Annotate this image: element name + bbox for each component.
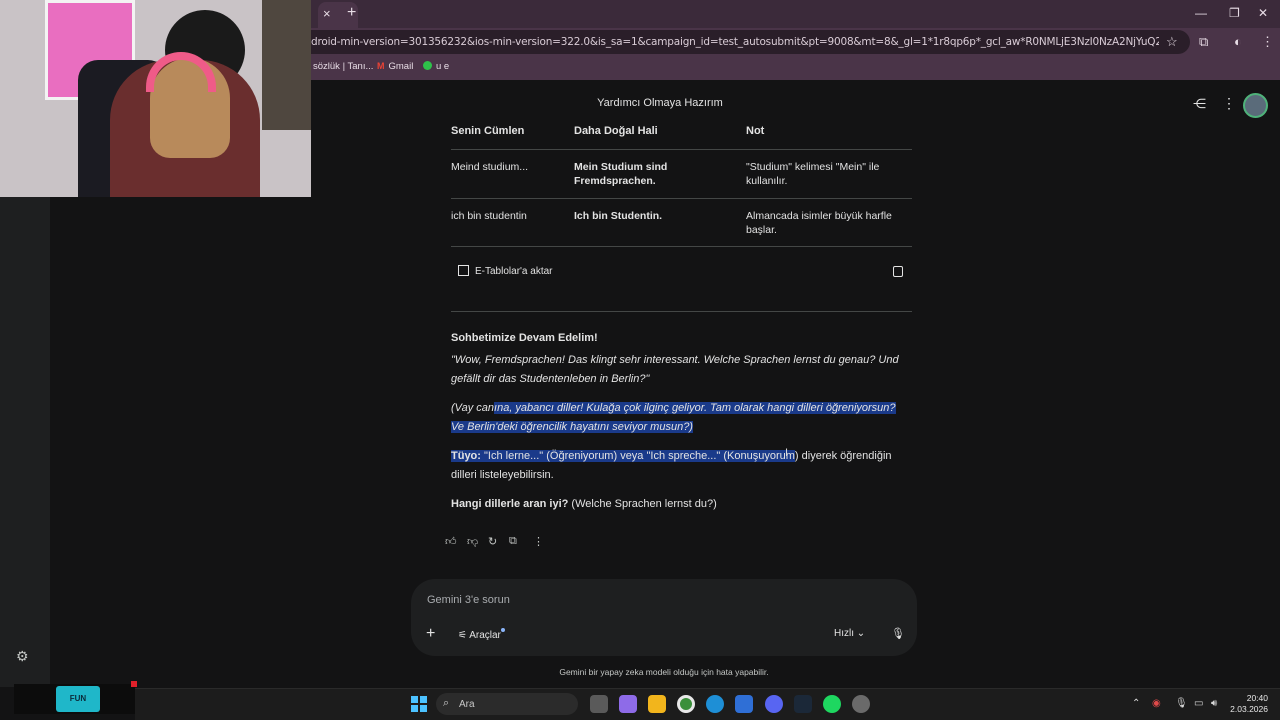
new-tab-icon[interactable]: +	[347, 4, 356, 22]
microphone-icon[interactable]: 🎙︎	[891, 627, 905, 640]
close-window-icon[interactable]: ✕	[1258, 6, 1268, 20]
stream-overlay-logo: FUN	[14, 684, 135, 714]
webcam-shelf	[262, 0, 311, 130]
translation-paragraph: (Vay canına, yabancı diller! Kulağa çok …	[451, 402, 896, 433]
bookmark-ue[interactable]: u e	[423, 61, 449, 72]
export-to-sheets-button[interactable]: E-Tablolar'a aktar	[458, 265, 553, 277]
store-icon[interactable]	[735, 695, 753, 713]
thumbs-down-icon[interactable]: 👎︎	[467, 535, 478, 548]
section-divider	[451, 311, 912, 312]
table-divider	[451, 149, 912, 150]
gemini-sidebar	[0, 197, 50, 687]
more-actions-icon[interactable]: ⋮	[533, 535, 544, 548]
copy-table-icon[interactable]	[893, 266, 903, 277]
german-quote: "Wow, Fremdsprachen! Das klingt sehr int…	[451, 354, 899, 385]
bookmark-dot-icon	[423, 61, 432, 70]
taskbar-clock[interactable]: 20:40 2.03.2026	[1228, 693, 1268, 715]
task-view-icon[interactable]	[590, 695, 608, 713]
bookmark-sozluk[interactable]: sözlük | Tanı...	[313, 61, 373, 72]
maximize-icon[interactable]: ❐	[1229, 6, 1240, 20]
table-cell: Mein Studium sind Fremdsprachen.	[574, 161, 668, 187]
add-attachment-icon[interactable]: +	[426, 625, 435, 643]
spotify-icon[interactable]	[823, 695, 841, 713]
browser-menu-icon[interactable]: ⋮	[1261, 34, 1274, 50]
new-indicator-dot	[500, 628, 505, 632]
regenerate-icon[interactable]: ↻	[488, 535, 497, 548]
gmail-icon: M	[377, 61, 385, 71]
search-icon: ⌕	[443, 697, 450, 709]
copilot-icon[interactable]	[619, 695, 637, 713]
table-cell: "Studium" kelimesi "Mein" ile kullanılır…	[746, 161, 880, 187]
more-options-icon[interactable]: ⋮	[1222, 95, 1236, 112]
bookmark-gmail[interactable]: M Gmail	[377, 61, 413, 72]
table-header-natural: Daha Doğal Hali	[574, 125, 658, 137]
selection-highlight: "Ich lerne..." (Öğreniyorum) veya "Ich s…	[480, 450, 795, 462]
table-header-note: Not	[746, 125, 765, 137]
avatar[interactable]	[1243, 93, 1268, 118]
disclaimer-text: Gemini bir yapay zeka modeli olduğu için…	[559, 667, 769, 677]
table-icon	[458, 265, 469, 276]
webcam-overlay	[0, 0, 311, 197]
taskbar-search-label: Ara	[459, 699, 475, 710]
chrome-icon[interactable]	[677, 695, 695, 713]
copy-icon[interactable]: ⧉	[509, 535, 517, 548]
table-divider	[451, 246, 912, 247]
response-heading: Sohbetimize Devam Edelim!	[451, 332, 598, 344]
thumbs-up-icon[interactable]: 👍︎	[445, 535, 457, 548]
bookmarks-bar	[311, 56, 1280, 80]
tab-close-icon[interactable]: ×	[323, 6, 331, 21]
profile-icon[interactable]: ◐	[1234, 34, 1242, 49]
minimize-icon[interactable]: —	[1195, 6, 1207, 20]
overlay-tag: FUN	[56, 686, 100, 712]
selection-highlight: ına, yabancı diller! Kulağa çok ilginç g…	[451, 402, 896, 433]
tray-volume-icon[interactable]: 🔊︎	[1211, 698, 1217, 709]
share-icon[interactable]: ⋲	[1193, 96, 1206, 112]
table-cell: Ich bin Studentin.	[574, 210, 663, 222]
table-header-sentence: Senin Cümlen	[451, 125, 525, 137]
tray-chevron-icon[interactable]: ⌃	[1132, 698, 1140, 709]
page-title: Yardımcı Olmaya Hazırım	[597, 97, 723, 109]
table-cell: ich bin studentin	[451, 210, 527, 222]
tray-mic-icon[interactable]: 🎙︎	[1175, 698, 1188, 709]
address-url[interactable]: droid-min-version=301356232&ios-min-vers…	[311, 36, 1159, 48]
taskbar-search[interactable]	[436, 693, 578, 715]
tip-paragraph: Tüyo: "Ich lerne..." (Öğreniyorum) veya …	[451, 450, 892, 481]
settings-gear-icon[interactable]: ⚙	[16, 648, 29, 665]
app-icon[interactable]	[852, 695, 870, 713]
tab-strip	[311, 0, 1280, 28]
prompt-box[interactable]	[411, 579, 917, 656]
prompt-input[interactable]: Gemini 3'e sorun	[427, 594, 510, 606]
model-mode-dropdown[interactable]: Hızlı ⌄	[834, 628, 865, 639]
recording-indicator	[131, 681, 137, 687]
question-paragraph: Hangi dillerle aran iyi? (Welche Sprache…	[451, 498, 717, 510]
tray-display-icon[interactable]: ▭	[1194, 698, 1203, 709]
sliders-icon: ⚟	[458, 630, 470, 641]
extensions-icon[interactable]: ⧉	[1199, 34, 1208, 50]
discord-icon[interactable]	[765, 695, 783, 713]
chevron-down-icon: ⌄	[856, 628, 866, 639]
windows-start-icon[interactable]	[411, 696, 427, 712]
table-cell: Meind studium...	[451, 161, 529, 173]
tools-button[interactable]: ⚟ Araçlar	[458, 628, 505, 641]
table-cell: Almancada isimler büyük harfle başlar.	[746, 210, 892, 236]
tip-label: Tüyo:	[451, 450, 481, 462]
text-cursor-icon: I	[785, 447, 789, 459]
tray-app-icon[interactable]: ◉	[1152, 698, 1161, 709]
edge-icon[interactable]	[706, 695, 724, 713]
file-explorer-icon[interactable]	[648, 695, 666, 713]
bookmark-star-icon[interactable]: ☆	[1166, 34, 1178, 50]
table-divider	[451, 198, 912, 199]
steam-icon[interactable]	[794, 695, 812, 713]
